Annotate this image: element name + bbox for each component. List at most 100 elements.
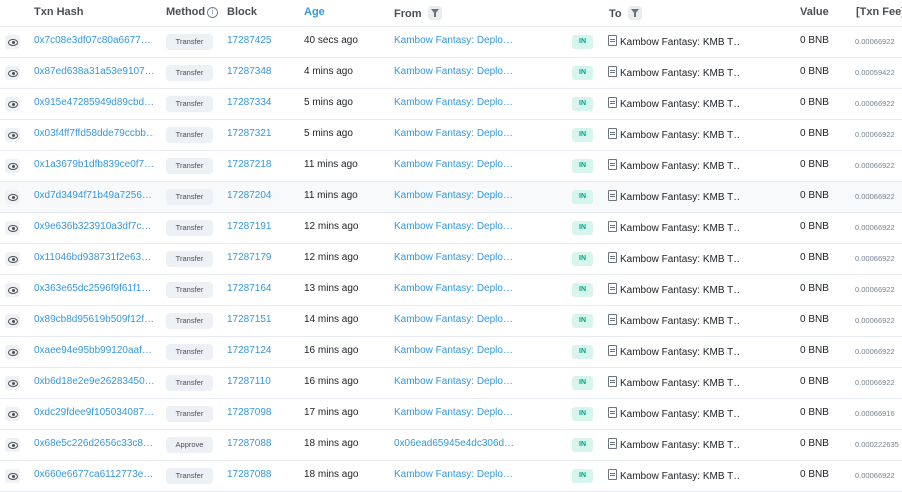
from-address-link[interactable]: Kambow Fantasy: Deplo… bbox=[394, 314, 514, 325]
from-address-link[interactable]: Kambow Fantasy: Deplo… bbox=[394, 283, 514, 294]
txn-hash-link[interactable]: 0x87ed638a31a53e9107… bbox=[34, 66, 154, 77]
from-address-link[interactable]: Kambow Fantasy: Deplo… bbox=[394, 35, 514, 46]
to-address-link[interactable]: Kambow Fantasy: KMB T… bbox=[620, 440, 740, 451]
to-address[interactable]: Kambow Fantasy: KMB T… bbox=[608, 221, 740, 234]
from-address-link[interactable]: 0x06ead65945e4dc306d… bbox=[394, 438, 514, 449]
to-address-link[interactable]: Kambow Fantasy: KMB T… bbox=[620, 471, 740, 482]
from-address-link[interactable]: Kambow Fantasy: Deplo… bbox=[394, 159, 514, 170]
eye-icon[interactable] bbox=[5, 221, 20, 235]
block-link[interactable]: 17287088 bbox=[227, 469, 272, 480]
to-address[interactable]: Kambow Fantasy: KMB T… bbox=[608, 252, 740, 265]
block-link[interactable]: 17287088 bbox=[227, 438, 272, 449]
to-address-link[interactable]: Kambow Fantasy: KMB T… bbox=[620, 161, 740, 172]
from-address-link[interactable]: Kambow Fantasy: Deplo… bbox=[394, 128, 514, 139]
txn-hash-link[interactable]: 0xb6d18e2e9e26283450… bbox=[34, 376, 154, 387]
to-address[interactable]: Kambow Fantasy: KMB T… bbox=[608, 345, 740, 358]
from-address-link[interactable]: Kambow Fantasy: Deplo… bbox=[394, 407, 514, 418]
block-link[interactable]: 17287348 bbox=[227, 66, 272, 77]
txn-hash-link[interactable]: 0xaee94e95bb99120aaf… bbox=[34, 345, 154, 356]
to-address-link[interactable]: Kambow Fantasy: KMB T… bbox=[620, 192, 740, 203]
to-address[interactable]: Kambow Fantasy: KMB T… bbox=[608, 35, 740, 48]
block-link[interactable]: 17287179 bbox=[227, 252, 272, 263]
header-age-toggle[interactable]: Age bbox=[304, 6, 325, 18]
from-address-link[interactable]: Kambow Fantasy: Deplo… bbox=[394, 97, 514, 108]
to-address-link[interactable]: Kambow Fantasy: KMB T… bbox=[620, 316, 740, 327]
eye-icon[interactable] bbox=[5, 128, 20, 142]
block-link[interactable]: 17287191 bbox=[227, 221, 272, 232]
to-address-link[interactable]: Kambow Fantasy: KMB T… bbox=[620, 285, 740, 296]
from-address-link[interactable]: Kambow Fantasy: Deplo… bbox=[394, 345, 514, 356]
from-address-link[interactable]: Kambow Fantasy: Deplo… bbox=[394, 469, 514, 480]
block-link[interactable]: 17287334 bbox=[227, 97, 272, 108]
block-link[interactable]: 17287151 bbox=[227, 314, 272, 325]
txn-hash-link[interactable]: 0x1a3679b1dfb839ce0f7… bbox=[34, 159, 154, 170]
to-address[interactable]: Kambow Fantasy: KMB T… bbox=[608, 469, 740, 482]
block-link[interactable]: 17287218 bbox=[227, 159, 272, 170]
txn-hash-link[interactable]: 0x89cb8d95619b509f12f… bbox=[34, 314, 154, 325]
to-address[interactable]: Kambow Fantasy: KMB T… bbox=[608, 97, 740, 110]
txn-hash-link[interactable]: 0x7c08e3df07c80a6677… bbox=[34, 35, 154, 46]
block-link[interactable]: 17287098 bbox=[227, 407, 272, 418]
eye-icon[interactable] bbox=[5, 438, 20, 452]
from-address-link[interactable]: Kambow Fantasy: Deplo… bbox=[394, 376, 514, 387]
eye-icon[interactable] bbox=[5, 35, 20, 49]
txn-hash-link[interactable]: 0xdc29fdee9f105034087… bbox=[34, 407, 154, 418]
from-address-link[interactable]: Kambow Fantasy: Deplo… bbox=[394, 66, 514, 77]
to-address[interactable]: Kambow Fantasy: KMB T… bbox=[608, 376, 740, 389]
eye-icon[interactable] bbox=[5, 97, 20, 111]
direction-badge: IN bbox=[572, 438, 593, 452]
txn-hash-link[interactable]: 0x03f4ff7ffd58dde79ccbb… bbox=[34, 128, 154, 139]
to-address-link[interactable]: Kambow Fantasy: KMB T… bbox=[620, 378, 740, 389]
to-address[interactable]: Kambow Fantasy: KMB T… bbox=[608, 314, 740, 327]
eye-icon[interactable] bbox=[5, 376, 20, 390]
eye-icon[interactable] bbox=[5, 407, 20, 421]
block-link[interactable]: 17287425 bbox=[227, 35, 272, 46]
to-address[interactable]: Kambow Fantasy: KMB T… bbox=[608, 190, 740, 203]
to-address[interactable]: Kambow Fantasy: KMB T… bbox=[608, 283, 740, 296]
to-address-link[interactable]: Kambow Fantasy: KMB T… bbox=[620, 409, 740, 420]
eye-icon[interactable] bbox=[5, 469, 20, 483]
to-address[interactable]: Kambow Fantasy: KMB T… bbox=[608, 159, 740, 172]
txn-fee-text: 0.00066922 bbox=[855, 130, 895, 139]
to-address-link[interactable]: Kambow Fantasy: KMB T… bbox=[620, 223, 740, 234]
from-address-link[interactable]: Kambow Fantasy: Deplo… bbox=[394, 221, 514, 232]
from-address-link[interactable]: Kambow Fantasy: Deplo… bbox=[394, 190, 514, 201]
txn-hash-link[interactable]: 0x915e47285949d89cbd… bbox=[34, 97, 154, 108]
filter-icon[interactable] bbox=[427, 6, 442, 20]
eye-icon[interactable] bbox=[5, 159, 20, 173]
header-txn-fee[interactable]: [Txn Fee] bbox=[856, 6, 902, 18]
to-address-link[interactable]: Kambow Fantasy: KMB T… bbox=[620, 347, 740, 358]
eye-icon[interactable] bbox=[5, 314, 20, 328]
info-circle-icon[interactable]: i bbox=[207, 7, 219, 18]
txn-hash-link[interactable]: 0x363e65dc2596f9f61f1… bbox=[34, 283, 154, 294]
filter-icon[interactable] bbox=[627, 6, 642, 20]
to-address-link[interactable]: Kambow Fantasy: KMB T… bbox=[620, 37, 740, 48]
from-address-link[interactable]: Kambow Fantasy: Deplo… bbox=[394, 252, 514, 263]
to-address-link[interactable]: Kambow Fantasy: KMB T… bbox=[620, 254, 740, 265]
txn-hash-link[interactable]: 0x9e636b323910a3df7c… bbox=[34, 221, 154, 232]
to-address-link[interactable]: Kambow Fantasy: KMB T… bbox=[620, 99, 740, 110]
block-link[interactable]: 17287124 bbox=[227, 345, 272, 356]
to-address-link[interactable]: Kambow Fantasy: KMB T… bbox=[620, 68, 740, 79]
to-address[interactable]: Kambow Fantasy: KMB T… bbox=[608, 66, 740, 79]
to-address[interactable]: Kambow Fantasy: KMB T… bbox=[608, 407, 740, 420]
txn-hash-link[interactable]: 0x68e5c226d2656c33c8… bbox=[34, 438, 154, 449]
block-link[interactable]: 17287110 bbox=[227, 376, 271, 387]
block-link[interactable]: 17287164 bbox=[227, 283, 272, 294]
to-address-link[interactable]: Kambow Fantasy: KMB T… bbox=[620, 130, 740, 141]
to-address[interactable]: Kambow Fantasy: KMB T… bbox=[608, 128, 740, 141]
block-link[interactable]: 17287321 bbox=[227, 128, 272, 139]
table-row: 0x11046bd938731f2e63… Transfer 17287179 12 … bbox=[0, 244, 902, 275]
eye-icon[interactable] bbox=[5, 252, 20, 266]
txn-hash-link[interactable]: 0x11046bd938731f2e63… bbox=[34, 252, 154, 263]
eye-icon[interactable] bbox=[5, 190, 20, 204]
block-link[interactable]: 17287204 bbox=[227, 190, 272, 201]
age-text: 11 mins ago bbox=[304, 159, 358, 170]
eye-icon[interactable] bbox=[5, 345, 20, 359]
eye-icon[interactable] bbox=[5, 66, 20, 80]
document-icon bbox=[608, 128, 617, 139]
txn-hash-link[interactable]: 0xd7d3494f71b49a7256… bbox=[34, 190, 154, 201]
eye-icon[interactable] bbox=[5, 283, 20, 297]
to-address[interactable]: Kambow Fantasy: KMB T… bbox=[608, 438, 740, 451]
txn-hash-link[interactable]: 0x660e6677ca6112773e… bbox=[34, 469, 154, 480]
